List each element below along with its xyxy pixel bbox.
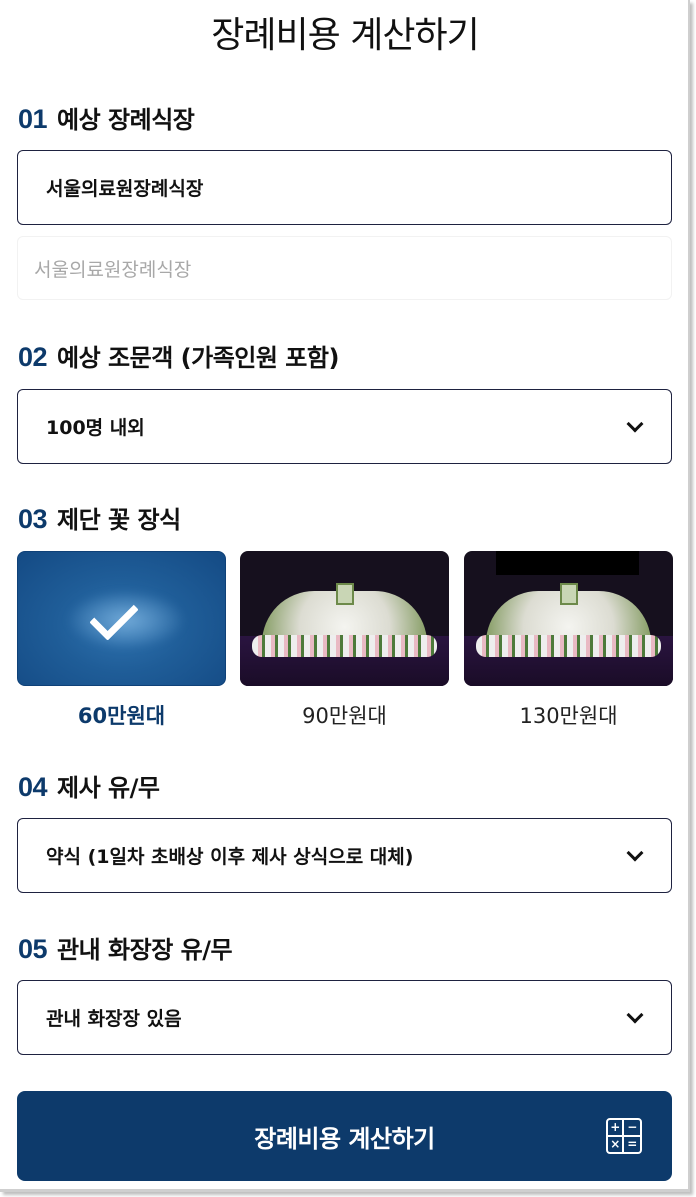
ritual-select[interactable]: 약식 (1일차 초배상 이후 제사 상식으로 대체) (17, 818, 672, 893)
section-title-crematorium: 05 관내 화장장 유/무 (18, 930, 233, 965)
flower-option-label[interactable]: 130만원대 (464, 700, 673, 730)
funeral-hall-suggestion-text: 서울의료원장례식장 (34, 258, 192, 281)
guests-selected-value: 100명 내외 (46, 417, 145, 439)
funeral-hall-input[interactable]: 서울의료원장례식장 (17, 150, 672, 225)
section-label: 예상 조문객 (가족인원 포함) (57, 344, 339, 372)
chevron-down-icon (626, 844, 644, 861)
guests-select[interactable]: 100명 내외 (17, 389, 672, 464)
section-title-hall: 01 예상 장례식장 (18, 100, 195, 135)
funeral-hall-value: 서울의료원장례식장 (46, 178, 204, 200)
redaction-bar (496, 551, 639, 575)
section-number: 05 (18, 934, 48, 964)
ritual-selected-value: 약식 (1일차 초배상 이후 제사 상식으로 대체) (46, 846, 414, 868)
section-number: 01 (18, 104, 48, 134)
chevron-down-icon (626, 1006, 644, 1023)
section-title-ritual: 04 제사 유/무 (18, 768, 160, 803)
section-title-flowers: 03 제단 꽃 장식 (18, 500, 181, 535)
calculator-icon: + − × = (606, 1118, 642, 1154)
chevron-down-icon (626, 415, 644, 432)
portrait-frame (336, 583, 354, 605)
section-number: 03 (18, 504, 48, 534)
calculate-button-label: 장례비용 계산하기 (254, 1124, 435, 1153)
crematorium-select[interactable]: 관내 화장장 있음 (17, 980, 672, 1055)
flower-option-90[interactable] (240, 551, 449, 686)
section-number: 04 (18, 772, 48, 802)
section-label: 예상 장례식장 (57, 106, 195, 134)
calculate-button[interactable]: 장례비용 계산하기 + − × = (17, 1091, 672, 1181)
section-label: 제사 유/무 (57, 774, 160, 802)
section-title-guests: 02 예상 조문객 (가족인원 포함) (18, 338, 339, 373)
section-number: 02 (18, 342, 48, 372)
crematorium-selected-value: 관내 화장장 있음 (46, 1008, 182, 1030)
flower-option-label[interactable]: 90만원대 (240, 700, 449, 730)
flower-option-130[interactable] (464, 551, 673, 686)
section-label: 관내 화장장 유/무 (57, 936, 233, 964)
funeral-hall-suggestion[interactable]: 서울의료원장례식장 (17, 236, 672, 300)
section-label: 제단 꽃 장식 (57, 506, 181, 534)
page-frame: 장례비용 계산하기 01 예상 장례식장 서울의료원장례식장 서울의료원장례식장 … (0, 0, 690, 1192)
flower-option-60[interactable] (17, 551, 226, 686)
portrait-frame (560, 583, 578, 605)
page-title: 장례비용 계산하기 (211, 15, 479, 56)
flower-option-label[interactable]: 60만원대 (17, 700, 226, 730)
